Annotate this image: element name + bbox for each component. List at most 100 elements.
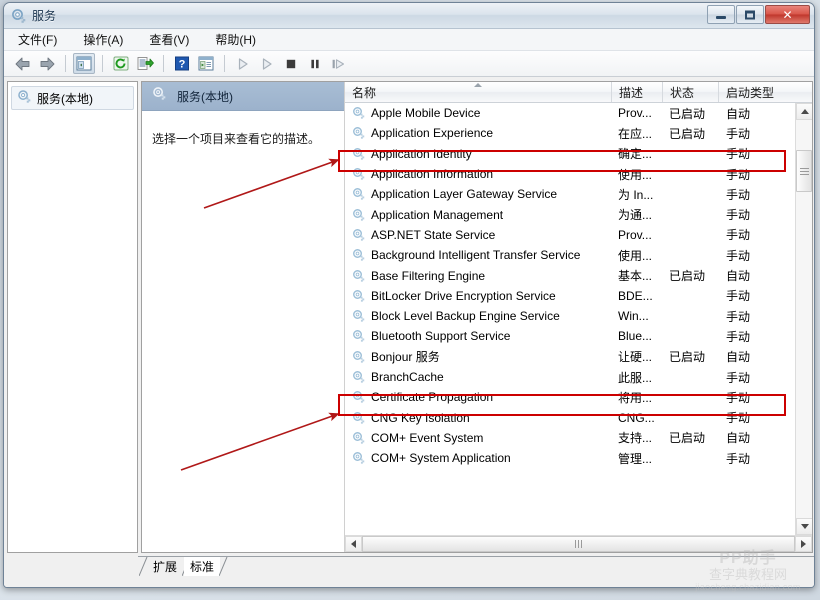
column-header-startup-type-label: 启动类型: [726, 85, 775, 100]
cell-service-status: 已启动: [669, 431, 706, 446]
cell-service-description: 支持...: [618, 431, 653, 446]
cell-service-name: ASP.NET State Service: [345, 225, 612, 245]
minimize-button[interactable]: [707, 5, 735, 24]
cell-service-name: Application Information: [345, 164, 612, 184]
table-row[interactable]: Base Filtering Engine 基本... 已启动 自动: [345, 265, 812, 285]
table-row[interactable]: COM+ Event System 支持... 已启动 自动: [345, 428, 812, 448]
show-hide-tree-icon[interactable]: [73, 53, 95, 74]
status-bar: [4, 578, 814, 587]
menu-help[interactable]: 帮助(H): [211, 29, 267, 50]
menu-action[interactable]: 操作(A): [79, 29, 134, 50]
close-button[interactable]: ✕: [765, 5, 810, 24]
table-row[interactable]: Application Experience 在应... 已启动 手动: [345, 123, 812, 143]
service-gear-icon: [352, 289, 366, 303]
table-row[interactable]: BitLocker Drive Encryption Service BDE...…: [345, 286, 812, 306]
cell-service-name: BitLocker Drive Encryption Service: [345, 286, 612, 306]
start-service-icon: [232, 53, 254, 74]
scroll-left-button[interactable]: [345, 536, 362, 552]
table-row[interactable]: BranchCache 此服... 手动: [345, 367, 812, 387]
vertical-scroll-thumb[interactable]: [796, 150, 812, 192]
content-area: 服务(本地) 服务(本地) 选择一个项目来查看它的描述。 名称 描述 状态 启动…: [4, 78, 814, 556]
triangle-up-icon: [800, 109, 809, 114]
maximize-button[interactable]: [736, 5, 764, 24]
table-row[interactable]: Bluetooth Support Service Blue... 手动: [345, 326, 812, 346]
service-gear-icon: [352, 431, 366, 445]
cell-service-description: 为通...: [618, 208, 653, 223]
table-row[interactable]: Application Management 为通... 手动: [345, 204, 812, 224]
export-list-icon[interactable]: [134, 53, 156, 74]
table-row[interactable]: Application Layer Gateway Service 为 In...…: [345, 184, 812, 204]
cell-service-status: [663, 326, 719, 346]
cell-service-description: 让硬...: [618, 350, 653, 365]
service-name-label: Bonjour 服务: [371, 350, 440, 365]
service-gear-icon: [352, 147, 366, 161]
cell-service-status: [663, 164, 719, 184]
services-list-body[interactable]: Apple Mobile Device Prov... 已启动 自动 Applicati…: [345, 103, 812, 535]
service-gear-icon: [352, 350, 366, 364]
table-row[interactable]: Application Information 使用... 手动: [345, 164, 812, 184]
triangle-left-icon: [351, 540, 356, 548]
toolbar-separator: [224, 55, 225, 72]
svg-text:?: ?: [179, 59, 186, 71]
tree-node-services-local[interactable]: 服务(本地): [11, 86, 134, 110]
view-tabs-bar: 扩展 标准: [4, 556, 814, 578]
back-icon[interactable]: [12, 53, 34, 74]
cell-service-description: 此服...: [618, 370, 653, 385]
menu-file[interactable]: 文件(F): [14, 29, 68, 50]
column-header-status[interactable]: 状态: [663, 82, 719, 102]
table-row[interactable]: Bonjour 服务 让硬... 已启动 自动: [345, 347, 812, 367]
service-gear-icon: [352, 390, 366, 404]
service-name-label: Apple Mobile Device: [371, 106, 481, 121]
service-name-label: Application Information: [371, 167, 494, 182]
table-row[interactable]: Certificate Propagation 将用... 手动: [345, 387, 812, 407]
cell-service-description: CNG...: [618, 410, 655, 425]
cell-service-status: [663, 407, 719, 427]
scroll-down-button[interactable]: [796, 518, 812, 535]
cell-service-status: [663, 144, 719, 164]
tab-standard-label: 标准: [189, 560, 214, 574]
description-body-text: 选择一个项目来查看它的描述。: [152, 132, 321, 146]
cell-service-description: 为 In...: [618, 187, 654, 202]
table-row[interactable]: CNG Key Isolation CNG... 手动: [345, 407, 812, 427]
table-row[interactable]: Background Intelligent Transfer Service 使…: [345, 245, 812, 265]
tab-standard[interactable]: 标准: [184, 557, 228, 576]
table-row[interactable]: Block Level Backup Engine Service Win... 手…: [345, 306, 812, 326]
cell-service-name: Application Management: [345, 204, 612, 224]
help-icon[interactable]: ?: [171, 53, 193, 74]
column-header-name[interactable]: 名称: [345, 82, 612, 102]
cell-service-description: Prov...: [618, 106, 652, 121]
column-header-description[interactable]: 描述: [612, 82, 663, 102]
right-pane: 服务(本地) 选择一个项目来查看它的描述。 名称 描述 状态 启动类型 Appl…: [141, 81, 813, 553]
list-horizontal-scrollbar[interactable]: [345, 535, 812, 552]
cell-service-description: Blue...: [618, 329, 653, 344]
cell-service-status: 已启动: [669, 126, 706, 141]
cell-service-description: Prov...: [618, 227, 652, 242]
description-pane: 服务(本地) 选择一个项目来查看它的描述。: [142, 82, 345, 552]
refresh-icon[interactable]: [110, 53, 132, 74]
properties-icon[interactable]: [195, 53, 217, 74]
service-name-label: Application Management: [371, 207, 504, 222]
service-gear-icon: [352, 208, 366, 222]
service-name-label: COM+ Event System: [371, 430, 484, 445]
scroll-up-button[interactable]: [796, 103, 812, 120]
menu-view[interactable]: 查看(V): [145, 29, 200, 50]
service-name-label: Application Identity: [371, 146, 472, 161]
table-row[interactable]: COM+ System Application 管理... 手动: [345, 448, 812, 468]
table-row[interactable]: ASP.NET State Service Prov... 手动: [345, 225, 812, 245]
panes: 服务(本地) 服务(本地) 选择一个项目来查看它的描述。 名称 描述 状态 启动…: [7, 81, 813, 553]
grip-icon: [575, 540, 582, 548]
toolbar-separator: [163, 55, 164, 72]
tab-extended[interactable]: 扩展: [139, 557, 191, 576]
service-gear-icon: [352, 106, 366, 120]
column-header-startup-type[interactable]: 启动类型: [719, 82, 812, 102]
cell-service-description: 在应...: [618, 126, 653, 141]
cell-service-status: [663, 184, 719, 204]
toolbar-separator: [102, 55, 103, 72]
horizontal-scroll-thumb[interactable]: [362, 536, 795, 552]
forward-icon[interactable]: [36, 53, 58, 74]
table-row[interactable]: Apple Mobile Device Prov... 已启动 自动: [345, 103, 812, 123]
scroll-right-button[interactable]: [795, 536, 812, 552]
vertical-scroll-track[interactable]: [796, 120, 812, 518]
table-row[interactable]: Application Identity 确定... 手动: [345, 144, 812, 164]
list-vertical-scrollbar[interactable]: [795, 103, 812, 535]
